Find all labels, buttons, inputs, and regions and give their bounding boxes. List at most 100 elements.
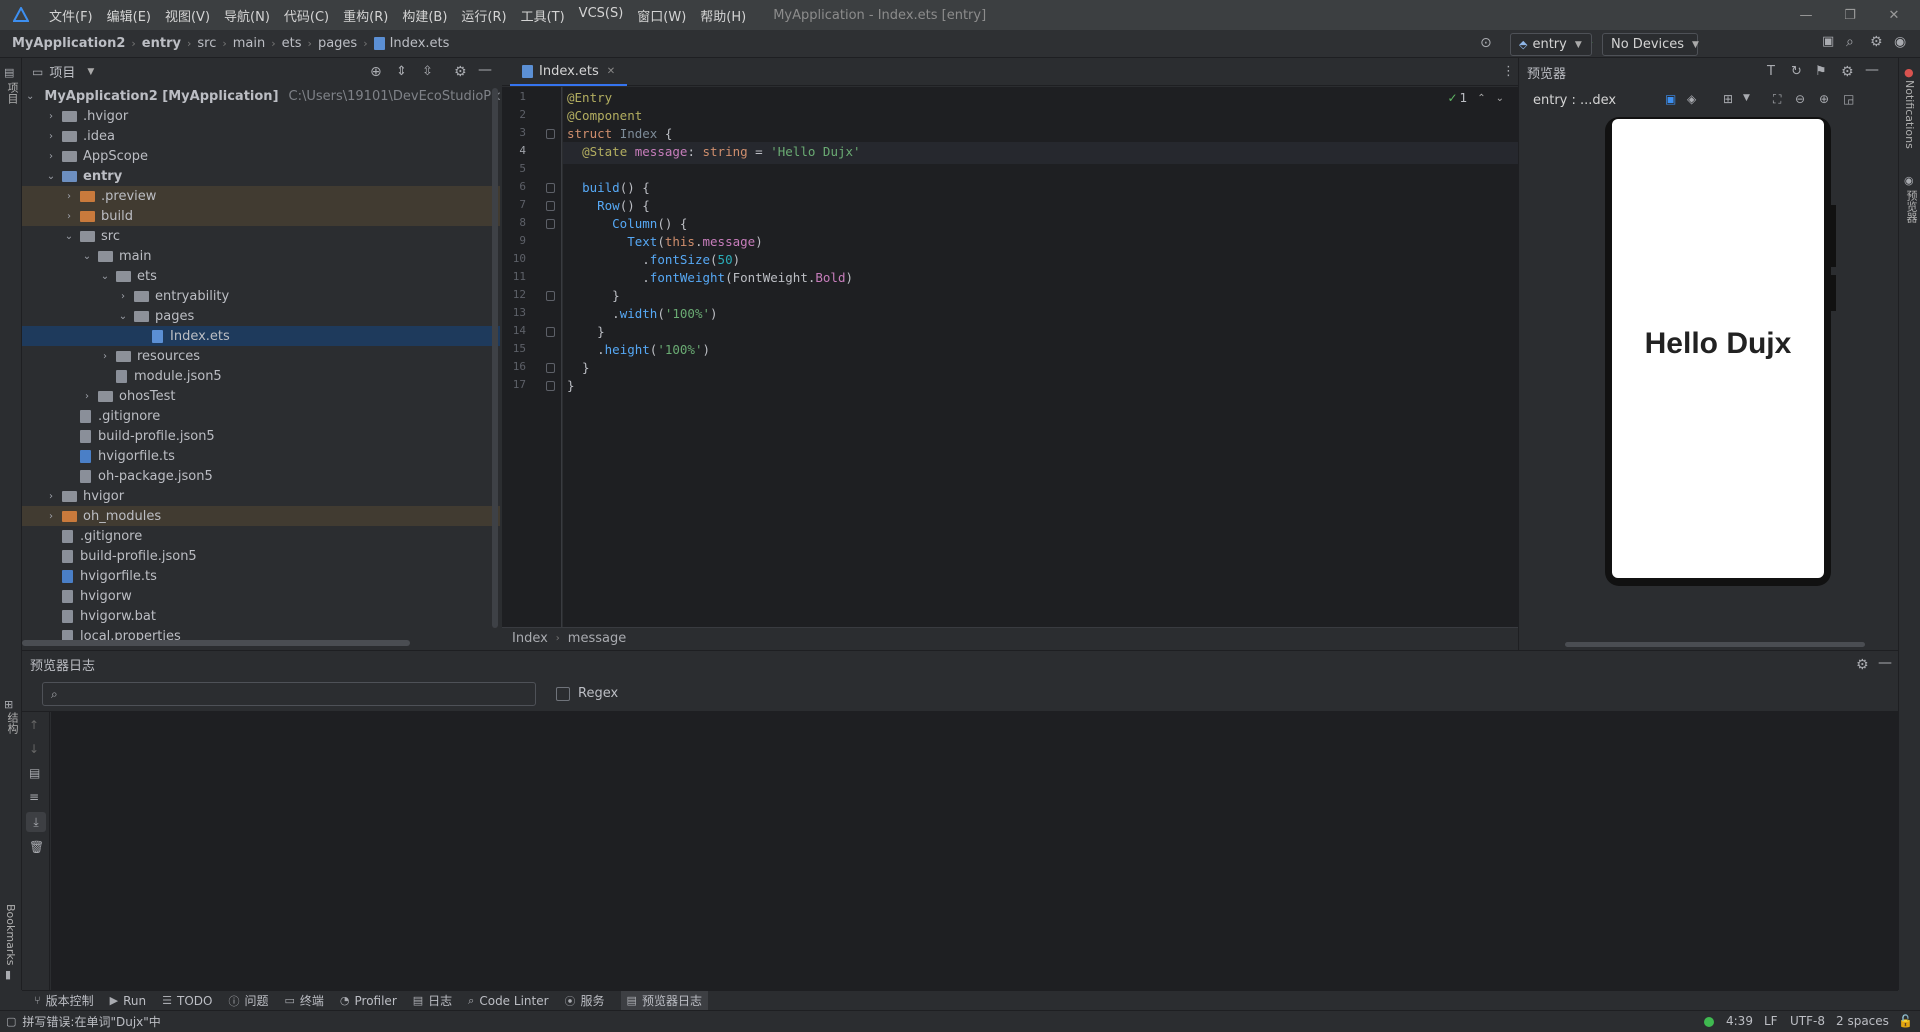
bottom-tool-4[interactable]: ▭ 终端 bbox=[284, 992, 323, 1009]
code-line[interactable]: @State message: string = 'Hello Dujx' bbox=[567, 144, 860, 159]
menu-item-5[interactable]: 重构(R) bbox=[336, 6, 395, 25]
log-search-input[interactable] bbox=[63, 686, 504, 702]
breadcrumb-item[interactable]: pages bbox=[318, 36, 357, 51]
account-icon[interactable]: ◉ bbox=[1894, 34, 1906, 50]
menu-item-11[interactable]: 帮助(H) bbox=[693, 6, 753, 25]
bottom-tool-6[interactable]: ▤ 日志 bbox=[413, 992, 452, 1009]
code-line[interactable]: } bbox=[567, 288, 620, 303]
menu-item-10[interactable]: 窗口(W) bbox=[630, 6, 693, 25]
tree-item[interactable]: › AppScope bbox=[22, 146, 500, 166]
expand-all-icon[interactable]: ⇕ bbox=[396, 64, 407, 79]
structure-tool-icon[interactable]: ⊞ bbox=[4, 698, 13, 711]
chevron-down-icon[interactable]: ▼ bbox=[87, 67, 94, 77]
breadcrumb-member[interactable]: message bbox=[568, 631, 626, 646]
chevron-right-icon[interactable]: › bbox=[44, 489, 58, 503]
menu-item-4[interactable]: 代码(C) bbox=[277, 6, 336, 25]
tree-item[interactable]: ⌄ pages bbox=[22, 306, 500, 326]
regex-checkbox[interactable] bbox=[556, 686, 570, 701]
bottom-tool-0[interactable]: ⑂ 版本控制 bbox=[34, 992, 94, 1009]
settings-gear-icon[interactable]: ⚙ bbox=[1856, 657, 1869, 673]
breadcrumb-item[interactable]: MyApplication2 bbox=[12, 36, 125, 51]
code-line[interactable]: .fontWeight(FontWeight.Bold) bbox=[567, 270, 853, 285]
breadcrumb-item[interactable]: Index.ets bbox=[390, 36, 450, 51]
chevron-right-icon[interactable]: › bbox=[44, 109, 58, 123]
breadcrumb-item[interactable]: main bbox=[233, 36, 265, 51]
more-options-icon[interactable]: ⋮ bbox=[1502, 64, 1515, 79]
chevron-down-icon[interactable]: ⌄ bbox=[44, 169, 58, 183]
tree-item[interactable]: › ohosTest bbox=[22, 386, 500, 406]
settings-gear-icon[interactable]: ⚙ bbox=[454, 64, 467, 80]
layers-icon[interactable]: ◈ bbox=[1687, 92, 1696, 106]
fold-marker-icon[interactable] bbox=[546, 291, 555, 301]
log-output[interactable] bbox=[51, 712, 1898, 990]
menu-item-9[interactable]: VCS(S) bbox=[572, 6, 631, 25]
fold-marker-icon[interactable] bbox=[546, 201, 555, 211]
menu-item-7[interactable]: 运行(R) bbox=[454, 6, 513, 25]
code-editor[interactable]: ✓ 1 ⌃ ⌄ @Entry @Component struct Index { @… bbox=[563, 87, 1518, 627]
soft-wrap-icon[interactable]: ≡ bbox=[29, 790, 39, 804]
code-line[interactable]: .fontSize(50) bbox=[567, 252, 740, 267]
bookmarks-tool-label[interactable]: Bookmarks bbox=[4, 904, 17, 965]
code-line[interactable]: .width('100%') bbox=[567, 306, 717, 321]
tree-item[interactable]: oh-package.json5 bbox=[22, 466, 500, 486]
module-select[interactable]: ⬘ entry ▼ bbox=[1510, 33, 1592, 56]
menu-item-1[interactable]: 编辑(E) bbox=[100, 6, 158, 25]
collapse-all-icon[interactable]: ⇳ bbox=[422, 64, 433, 79]
tree-item[interactable]: hvigorw.bat bbox=[22, 606, 500, 626]
bottom-tool-9[interactable]: ▤ 预览器日志 bbox=[620, 990, 708, 1011]
device-select[interactable]: No Devices ▼ bbox=[1602, 33, 1699, 56]
zoom-in-icon[interactable]: ⊕ bbox=[1819, 92, 1829, 106]
bottom-tool-5[interactable]: ◔ Profiler bbox=[340, 994, 397, 1008]
previewer-tool-label[interactable]: 预览器 bbox=[1903, 190, 1919, 223]
hide-panel-icon[interactable]: — bbox=[1865, 62, 1879, 78]
breadcrumb-item[interactable]: src bbox=[197, 36, 216, 51]
code-line[interactable]: @Entry bbox=[567, 90, 612, 105]
structure-tool-label[interactable]: 结构 bbox=[4, 712, 20, 734]
chevron-right-icon[interactable]: › bbox=[44, 129, 58, 143]
search-icon[interactable]: ⌕ bbox=[1846, 34, 1854, 50]
device-screen[interactable]: Hello Dujx bbox=[1612, 119, 1824, 578]
tree-item[interactable]: ⌄ entry bbox=[22, 166, 500, 186]
trash-icon[interactable]: 🗑 bbox=[29, 840, 44, 854]
settings-gear-icon[interactable]: ⚙ bbox=[1870, 34, 1883, 50]
chevron-right-icon[interactable]: › bbox=[62, 189, 76, 203]
horizontal-scrollbar[interactable] bbox=[22, 640, 410, 646]
chevron-down-icon[interactable]: ⌄ bbox=[62, 229, 76, 243]
zoom-out-icon[interactable]: ⊖ bbox=[1795, 92, 1805, 106]
restore-icon[interactable]: ❐ bbox=[1828, 0, 1872, 30]
code-line[interactable]: } bbox=[567, 324, 605, 339]
tree-item[interactable]: ⌄ ets bbox=[22, 266, 500, 286]
code-line[interactable]: } bbox=[567, 378, 575, 393]
code-line[interactable]: Column() { bbox=[567, 216, 687, 231]
code-line[interactable]: @Component bbox=[567, 108, 642, 123]
tree-item[interactable]: hvigorfile.ts bbox=[22, 446, 500, 466]
notifications-icon[interactable]: ● bbox=[1904, 66, 1914, 79]
tree-item[interactable]: › hvigor bbox=[22, 486, 500, 506]
device-manager-icon[interactable]: ▣ bbox=[1822, 34, 1834, 49]
code-line[interactable]: Row() { bbox=[567, 198, 650, 213]
target-icon[interactable]: ⊙ bbox=[1480, 35, 1492, 51]
scroll-to-end-icon[interactable]: ⤓ bbox=[26, 812, 46, 832]
project-tool-icon[interactable]: ▤ bbox=[4, 66, 14, 79]
code-line[interactable]: build() { bbox=[567, 180, 650, 195]
bottom-tool-8[interactable]: ⦿ 服务 bbox=[565, 992, 605, 1009]
tree-item[interactable]: .gitignore bbox=[22, 406, 500, 426]
log-search-box[interactable]: ⌕ bbox=[42, 682, 536, 706]
tree-item[interactable]: › build bbox=[22, 206, 500, 226]
filter-log-icon[interactable]: ▤ bbox=[29, 766, 40, 780]
multi-device-icon[interactable]: ⊞ bbox=[1723, 92, 1733, 106]
fold-marker-icon[interactable] bbox=[546, 381, 555, 391]
tree-item[interactable]: › resources bbox=[22, 346, 500, 366]
chevron-right-icon[interactable]: › bbox=[80, 389, 94, 403]
fold-marker-icon[interactable] bbox=[546, 183, 555, 193]
close-tab-icon[interactable]: ✕ bbox=[607, 66, 615, 77]
previewer-scrollbar[interactable] bbox=[1565, 642, 1865, 647]
tree-item[interactable]: build-profile.json5 bbox=[22, 546, 500, 566]
tree-item[interactable]: › .idea bbox=[22, 126, 500, 146]
tree-item[interactable]: build-profile.json5 bbox=[22, 426, 500, 446]
chevron-down-icon[interactable]: ▼ bbox=[1743, 93, 1750, 103]
chevron-right-icon[interactable]: › bbox=[62, 209, 76, 223]
hide-panel-icon[interactable]: — bbox=[478, 62, 492, 78]
menu-item-0[interactable]: 文件(F) bbox=[42, 6, 100, 25]
tree-item[interactable]: ⌄ MyApplication2 [MyApplication] C:\Users\… bbox=[22, 86, 500, 106]
